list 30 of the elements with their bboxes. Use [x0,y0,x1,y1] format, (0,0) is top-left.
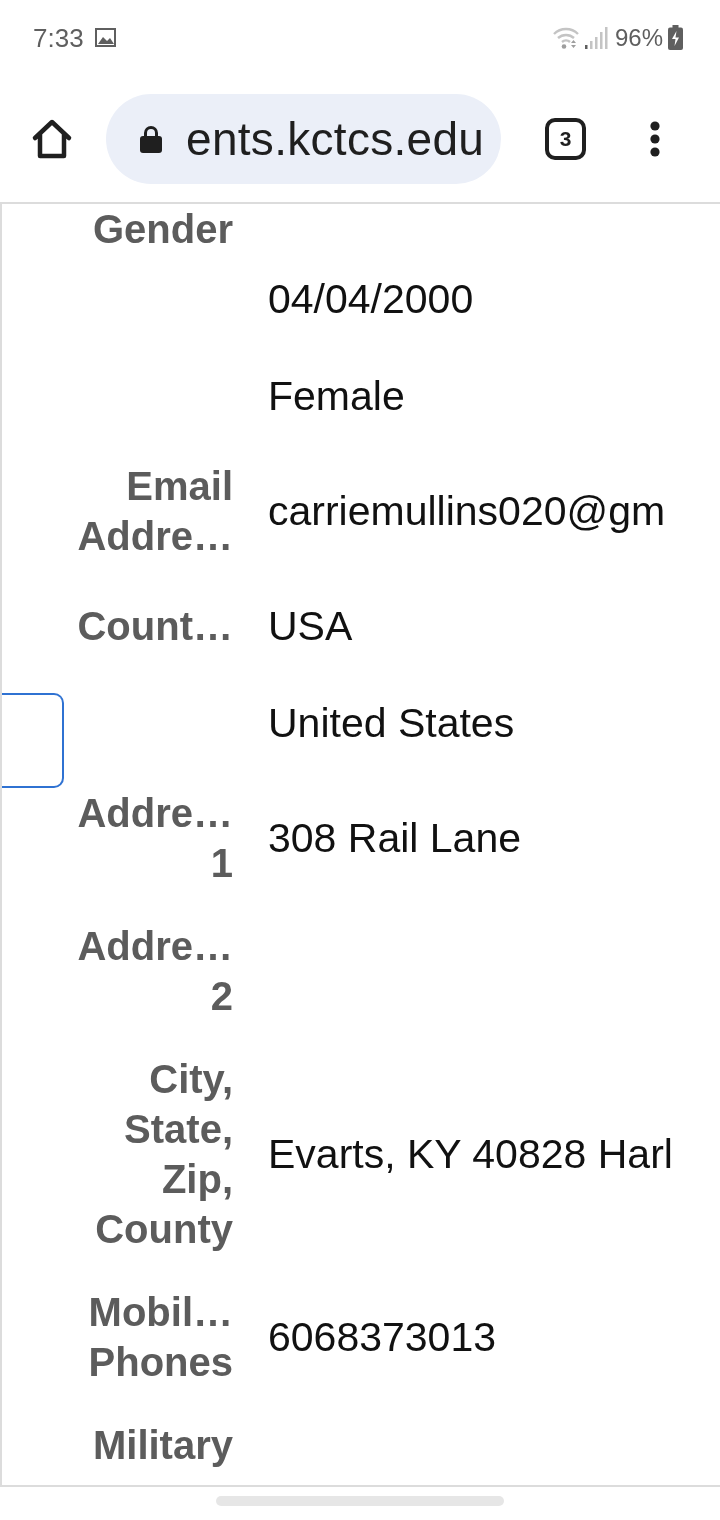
menu-button[interactable] [650,120,660,157]
field-value: 6068373013 [268,1313,498,1362]
field-value: USA [268,602,354,651]
field-value: Female [268,372,406,421]
battery-icon [668,25,683,50]
field-value: United States [268,699,516,748]
signal-icon [583,26,608,49]
lock-icon [140,124,162,153]
field-label: Gender [91,206,233,253]
side-tab-button[interactable] [2,693,64,788]
field-value: Evarts, KY 40828 Harl [268,1130,674,1179]
field-label: City, State, Zip, County [94,1056,233,1253]
field-value: 308 Rail Lane [268,814,523,863]
wifi-icon [552,26,579,49]
field-label: Addre… 1 [76,790,233,887]
home-button[interactable] [31,117,73,160]
home-icon [31,117,73,160]
field-label: Mobil… Phones [87,1289,233,1386]
tab-switcher-button[interactable]: 3 [545,117,586,160]
field-label: Military [91,1422,233,1469]
field-label: Email Addre… [76,463,233,560]
field-label: Count… [76,603,233,650]
field-label: Addre… 2 [76,923,233,1020]
more-icon [650,120,660,157]
field-value: carriemullins020@gm [268,487,667,536]
field-value: 04/04/2000 [268,275,475,324]
address-bar[interactable]: ents.kctcs.edu [106,93,501,184]
image-icon [94,28,116,47]
status-time: 7:33 [33,22,84,53]
battery-percent: 96% [614,22,663,53]
